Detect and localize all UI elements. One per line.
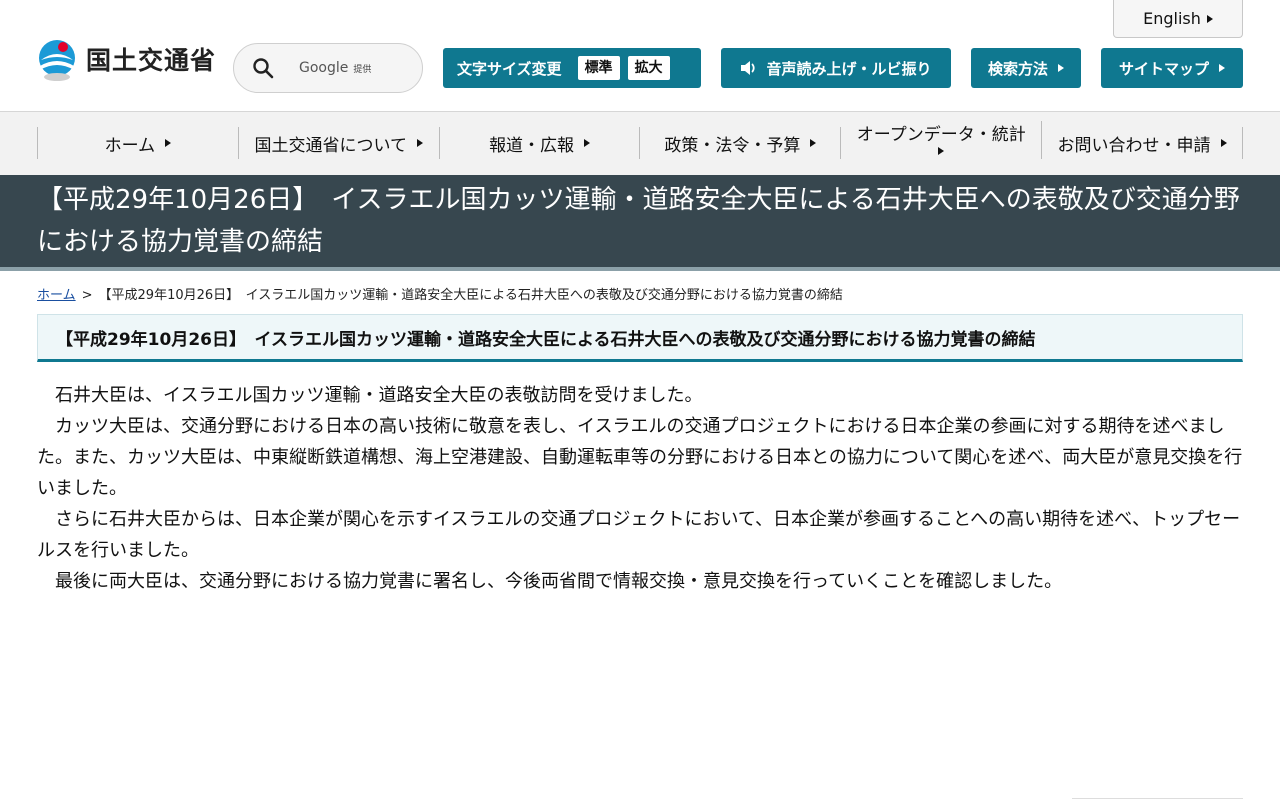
nav-item-open-data[interactable]: オープンデータ・統計 <box>841 121 1043 159</box>
article-paragraph: 最後に両大臣は、交通分野における協力覚書に署名し、今後両省間で情報交換・意見交換… <box>55 571 1063 592</box>
article-body: 石井大臣は、イスラエル国カッツ運輸・道路安全大臣の表敬訪問を受けました。 カッツ… <box>37 380 1243 597</box>
mlit-logo-icon <box>39 40 75 81</box>
global-navigation: ホーム 国土交通省について 報道・広報 政策・法令・予算 オープンデータ・統計 … <box>0 112 1280 175</box>
breadcrumb-current: 【平成29年10月26日】 イスラエル国カッツ運輸・道路安全大臣による石井大臣へ… <box>98 288 843 303</box>
sitemap-label: サイトマップ <box>1118 59 1209 78</box>
page-title-band: 【平成29年10月26日】 イスラエル国カッツ運輸・道路安全大臣による石井大臣へ… <box>0 175 1280 271</box>
nav-item-about[interactable]: 国土交通省について <box>239 127 440 159</box>
nav-item-home[interactable]: ホーム <box>38 127 239 159</box>
font-size-control: 文字サイズ変更 標準 拡大 <box>443 48 701 88</box>
triangle-right-icon <box>165 139 172 147</box>
article-paragraph: カッツ大臣は、交通分野における日本の高い技術に敬意を表し、イスラエルの交通プロジ… <box>37 416 1243 499</box>
english-language-button[interactable]: English <box>1113 0 1243 38</box>
triangle-right-icon <box>1219 64 1225 72</box>
triangle-right-icon <box>1206 14 1213 23</box>
breadcrumb-separator: > <box>81 288 93 303</box>
search-brand-text: Google <box>299 60 349 76</box>
global-nav-list: ホーム 国土交通省について 報道・広報 政策・法令・予算 オープンデータ・統計 … <box>37 121 1243 159</box>
triangle-right-icon <box>416 139 423 147</box>
article-paragraph: 石井大臣は、イスラエル国カッツ運輸・道路安全大臣の表敬訪問を受けました。 <box>55 385 703 406</box>
site-header: English 国土交通省 Google 提供 文字サイズ変更 標準 拡大 音声読… <box>0 0 1280 112</box>
voice-ruby-button[interactable]: 音声読み上げ・ルビ振り <box>721 48 951 88</box>
footer-divider <box>1072 798 1243 799</box>
search-google-branding: Google 提供 <box>299 60 371 76</box>
nav-item-label: ホーム <box>104 135 156 156</box>
font-size-large-button[interactable]: 拡大 <box>627 56 670 80</box>
content-heading: 【平成29年10月26日】 イスラエル国カッツ運輸・道路安全大臣による石井大臣へ… <box>56 329 1036 350</box>
triangle-right-icon <box>938 147 945 155</box>
site-search-box[interactable]: Google 提供 <box>233 43 423 93</box>
triangle-right-icon <box>1058 64 1064 72</box>
nav-item-label: 国土交通省について <box>254 135 407 156</box>
nav-item-label: 報道・広報 <box>489 135 575 156</box>
nav-item-label: 政策・法令・予算 <box>664 135 801 156</box>
breadcrumb-home-link[interactable]: ホーム <box>37 288 76 303</box>
voice-ruby-label: 音声読み上げ・ルビ振り <box>766 59 932 78</box>
breadcrumb: ホーム > 【平成29年10月26日】 イスラエル国カッツ運輸・道路安全大臣による石… <box>37 284 843 303</box>
content-heading-box: 【平成29年10月26日】 イスラエル国カッツ運輸・道路安全大臣による石井大臣へ… <box>37 314 1243 362</box>
triangle-right-icon <box>584 139 591 147</box>
font-size-label: 文字サイズ変更 <box>457 59 562 78</box>
article-paragraph: さらに石井大臣からは、日本企業が関心を示すイスラエルの交通プロジェクトにおいて、… <box>37 509 1241 561</box>
font-size-standard-button[interactable]: 標準 <box>577 56 620 80</box>
nav-item-label: オープンデータ・統計 <box>856 125 1026 145</box>
nav-item-press[interactable]: 報道・広報 <box>440 127 641 159</box>
sitemap-button[interactable]: サイトマップ <box>1101 48 1243 88</box>
search-brand-sub: 提供 <box>353 65 372 75</box>
speaker-icon <box>741 61 756 75</box>
nav-item-policy[interactable]: 政策・法令・予算 <box>640 127 842 159</box>
search-method-label: 検索方法 <box>987 59 1048 78</box>
page-title: 【平成29年10月26日】 イスラエル国カッツ運輸・道路安全大臣による石井大臣へ… <box>37 185 1240 257</box>
nav-item-label: お問い合わせ・申請 <box>1057 135 1211 156</box>
search-icon <box>253 58 274 79</box>
triangle-right-icon <box>810 139 817 147</box>
site-logo[interactable]: 国土交通省 <box>36 36 216 82</box>
english-language-label: English <box>1143 9 1201 28</box>
nav-item-contact[interactable]: お問い合わせ・申請 <box>1042 127 1243 159</box>
logo-text: 国土交通省 <box>86 46 217 75</box>
search-method-button[interactable]: 検索方法 <box>971 48 1081 88</box>
triangle-right-icon <box>1220 139 1227 147</box>
